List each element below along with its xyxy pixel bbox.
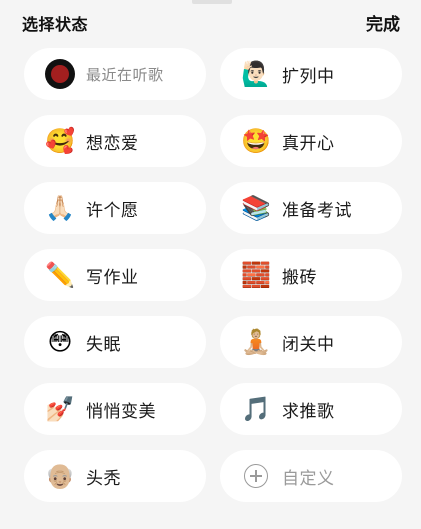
person-in-lotus-position-icon: 🧘🏼 bbox=[241, 328, 271, 356]
nail-polish-icon: 💅🏻 bbox=[45, 395, 75, 423]
status-chip-want-love[interactable]: 🥰 想恋爱 bbox=[24, 115, 206, 167]
musical-note-icon: 🎵 bbox=[241, 395, 271, 423]
header: 选择状态 完成 bbox=[0, 0, 421, 40]
status-chip-homework[interactable]: ✏️ 写作业 bbox=[24, 249, 206, 301]
status-label: 准备考试 bbox=[282, 200, 352, 221]
status-label: 自定义 bbox=[282, 468, 335, 489]
record-icon bbox=[44, 58, 76, 90]
status-label: 许个愿 bbox=[86, 200, 139, 221]
status-label: 最近在听歌 bbox=[86, 65, 164, 84]
plus-circle-icon bbox=[240, 460, 272, 492]
status-chip-song-request[interactable]: 🎵 求推歌 bbox=[220, 383, 402, 435]
status-label: 真开心 bbox=[282, 133, 335, 154]
page-title: 选择状态 bbox=[22, 15, 89, 34]
status-label: 写作业 bbox=[86, 267, 139, 288]
status-chip-really-happy[interactable]: 🤩 真开心 bbox=[220, 115, 402, 167]
done-button[interactable]: 完成 bbox=[366, 10, 400, 35]
status-chip-make-wish[interactable]: 🙏🏻 许个愿 bbox=[24, 182, 206, 234]
status-chip-working[interactable]: 🧱 搬砖 bbox=[220, 249, 402, 301]
star-struck-icon: 🤩 bbox=[241, 127, 271, 155]
status-chip-insomnia[interactable]: 😳 失眠 bbox=[24, 316, 206, 368]
status-label: 求推歌 bbox=[282, 401, 335, 422]
status-label: 扩列中 bbox=[282, 66, 335, 87]
smiling-face-with-hearts-icon: 🥰 bbox=[45, 127, 75, 155]
status-label: 失眠 bbox=[86, 334, 121, 355]
status-chip-listening-music[interactable]: 最近在听歌 bbox=[24, 48, 206, 100]
status-chip-exam-prep[interactable]: 📚 准备考试 bbox=[220, 182, 402, 234]
pencil-icon: ✏️ bbox=[45, 261, 75, 289]
status-grid: 最近在听歌 🙋🏻‍♂️ 扩列中 🥰 想恋爱 🤩 真开心 🙏🏻 许个愿 📚 准备考… bbox=[24, 48, 402, 502]
older-man-icon: 👴🏼 bbox=[45, 462, 75, 490]
status-label: 头秃 bbox=[86, 468, 121, 489]
status-chip-custom[interactable]: 自定义 bbox=[220, 450, 402, 502]
status-label: 闭关中 bbox=[282, 334, 335, 355]
books-icon: 📚 bbox=[241, 194, 271, 222]
status-label: 想恋爱 bbox=[86, 133, 139, 154]
status-label: 悄悄变美 bbox=[86, 401, 156, 422]
status-chip-secluded[interactable]: 🧘🏼 闭关中 bbox=[220, 316, 402, 368]
status-chip-getting-pretty[interactable]: 💅🏻 悄悄变美 bbox=[24, 383, 206, 435]
flushed-face-icon: 😳 bbox=[47, 328, 73, 356]
status-chip-expanding-friends[interactable]: 🙋🏻‍♂️ 扩列中 bbox=[220, 48, 402, 100]
status-chip-balding[interactable]: 👴🏼 头秃 bbox=[24, 450, 206, 502]
brick-icon: 🧱 bbox=[241, 261, 271, 289]
person-raising-hand-icon: 🙋🏻‍♂️ bbox=[241, 60, 271, 88]
folded-hands-icon: 🙏🏻 bbox=[45, 194, 75, 222]
status-label: 搬砖 bbox=[282, 267, 317, 288]
